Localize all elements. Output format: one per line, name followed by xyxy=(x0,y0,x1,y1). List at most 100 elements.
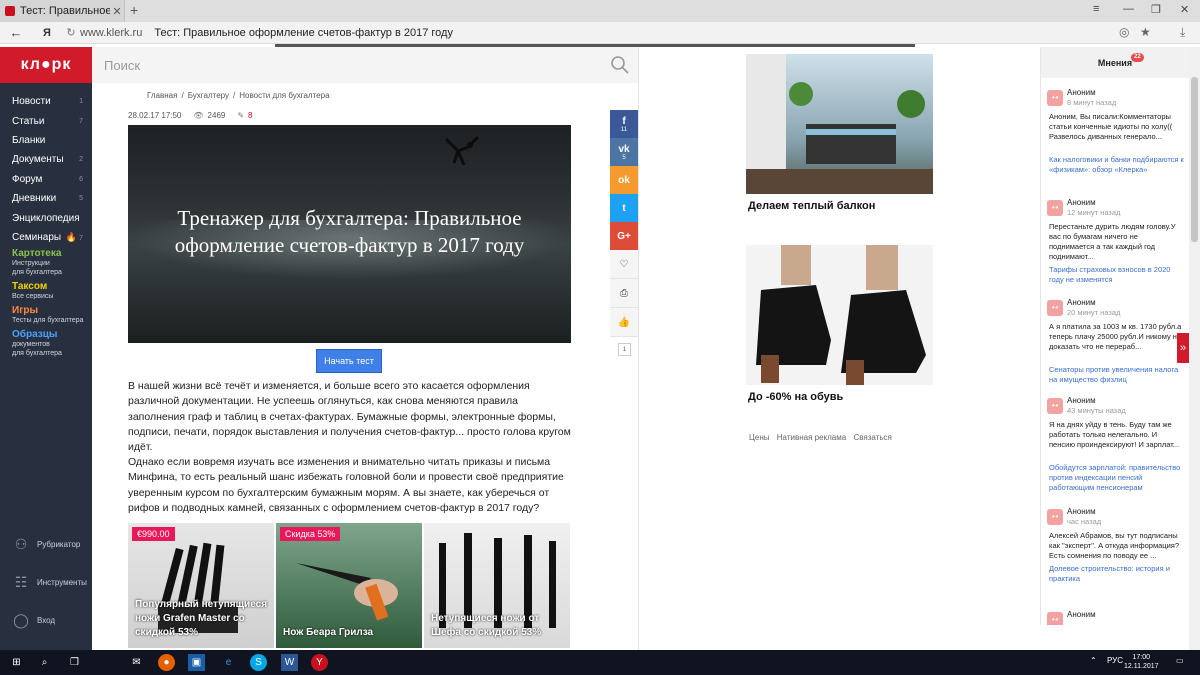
task-view-icon[interactable]: ❐ xyxy=(66,654,83,671)
opinion-article-link[interactable]: Обойдутся зарплатой: правительство проти… xyxy=(1049,463,1185,493)
contact-link[interactable]: Связаться xyxy=(853,433,891,442)
menu-icon[interactable]: ≡ xyxy=(1093,3,1099,15)
breadcrumb-accountant-link[interactable]: Бухгалтеру xyxy=(188,91,229,100)
print-button[interactable]: ⎙ xyxy=(610,279,638,308)
close-tab-icon[interactable]: ✕ xyxy=(110,5,124,18)
save-app-icon[interactable]: ▣ xyxy=(188,654,205,671)
sidebar-item-label: Дневники xyxy=(12,193,57,205)
yandex-icon[interactable]: Я xyxy=(32,27,62,39)
ad-card[interactable]: Нетупящиеся ножи от Шефа со скидкой 53% xyxy=(424,523,570,648)
double-chevron-right-icon: » xyxy=(1179,342,1187,354)
mail-icon[interactable]: ✉ xyxy=(128,654,145,671)
star-icon[interactable]: ★ xyxy=(1140,25,1151,39)
browser-tab[interactable]: Тест: Правильное оформ... ✕ xyxy=(0,0,125,22)
ad-title[interactable]: До -60% на обувь xyxy=(748,391,843,403)
close-window-icon[interactable]: ✕ xyxy=(1180,3,1189,16)
windows-start-icon[interactable]: ⊞ xyxy=(8,654,25,671)
url-domain[interactable]: www.klerk.ru xyxy=(80,27,142,39)
notifications-icon[interactable]: ▭ xyxy=(1176,656,1184,665)
sidebar-item-seminars[interactable]: Семинары 🔥 7 xyxy=(0,228,92,247)
maximize-icon[interactable]: ❐ xyxy=(1151,3,1161,16)
gplus-share-button[interactable]: G+ xyxy=(610,222,638,250)
opinion-author[interactable]: Аноним xyxy=(1067,88,1096,97)
page-scrollbar[interactable] xyxy=(1189,47,1200,650)
sidebar-item-news[interactable]: Новости 1 xyxy=(0,92,92,111)
shield-icon[interactable]: ◎ xyxy=(1119,25,1129,39)
reload-icon[interactable]: ↻ xyxy=(62,26,80,39)
sidebar-item-articles[interactable]: Статьи 7 xyxy=(0,111,92,130)
promo-kartoteka[interactable]: Картотека Инструкции для бухгалтера xyxy=(0,247,92,280)
native-ads-link[interactable]: Нативная реклама xyxy=(777,433,846,442)
search-input[interactable]: Поиск xyxy=(92,47,638,83)
url-page-title[interactable]: Тест: Правильное оформление счетов-факту… xyxy=(154,27,453,39)
back-icon[interactable]: ← xyxy=(0,25,32,40)
klerk-logo[interactable]: кл●рк xyxy=(0,47,92,83)
sidebar-item-diaries[interactable]: Дневники 5 xyxy=(0,189,92,208)
shoes-ad-image[interactable] xyxy=(746,245,933,385)
ad-card[interactable]: Скидка 53% Нож Беара Грилза xyxy=(276,523,422,648)
opinion-article-link[interactable]: Долевое строительство: история и практик… xyxy=(1049,564,1185,584)
heart-icon: ♡ xyxy=(619,258,629,270)
tools-button[interactable]: ☷ Инструменты xyxy=(0,563,92,601)
search-taskbar-icon[interactable]: ⌕ xyxy=(36,654,53,671)
facebook-icon: f xyxy=(622,115,626,127)
edge-icon[interactable]: e xyxy=(220,654,237,671)
promo-games[interactable]: Игры Тесты для бухгалтера xyxy=(0,304,92,328)
language-indicator[interactable]: РУС xyxy=(1107,656,1123,665)
comment-count[interactable]: 8 xyxy=(248,111,252,120)
avatar: ◕◕ xyxy=(1047,398,1063,414)
vk-share-button[interactable]: vk 5 xyxy=(610,138,638,166)
promo-title: Таксом xyxy=(12,281,48,293)
chevron-up-icon[interactable]: ⌃ xyxy=(1090,656,1097,665)
discount-badge: Скидка 53% xyxy=(280,527,341,541)
minimize-icon[interactable]: — xyxy=(1123,3,1134,15)
yandex-browser-icon[interactable]: Y xyxy=(311,654,328,671)
new-tab-plus-icon[interactable]: + xyxy=(130,2,138,18)
opinion-article-link[interactable]: Как налоговики и банки подбираются к «фи… xyxy=(1049,155,1185,175)
balcony-ad-image[interactable] xyxy=(746,54,933,194)
sidebar-item-forms[interactable]: Бланки xyxy=(0,131,92,150)
article-date: 28.02.17 17:50 xyxy=(128,111,182,120)
expand-panel-button[interactable]: » xyxy=(1177,333,1189,363)
hierarchy-icon: ⚇ xyxy=(14,535,28,552)
sidebar-item-forum[interactable]: Форум 6 xyxy=(0,170,92,189)
promo-samples[interactable]: Образцы документов для бухгалтера xyxy=(0,328,92,361)
skype-icon[interactable]: S xyxy=(250,654,267,671)
opinion-article-link[interactable]: Тарифы страховых взносов в 2020 году не … xyxy=(1049,265,1185,285)
clock-date: 12.11.2017 xyxy=(1124,663,1159,670)
ok-share-button[interactable]: ok xyxy=(610,166,638,194)
sidebar-item-count: 6 xyxy=(79,175,83,183)
search-icon[interactable] xyxy=(610,55,630,75)
opinions-title: Мнения xyxy=(1097,57,1133,68)
comment-icon[interactable]: ✎ xyxy=(237,111,244,120)
sidebar-item-encyclopedia[interactable]: Энциклопедия xyxy=(0,208,92,227)
taskbar-clock[interactable]: 17:00 12.11.2017 xyxy=(1124,653,1159,671)
favorite-button[interactable]: ♡ xyxy=(610,250,638,279)
rubricator-button[interactable]: ⚇ Рубрикатор xyxy=(0,525,92,563)
download-icon[interactable]: ⤓ xyxy=(1180,25,1185,40)
login-button[interactable]: ◯ Вход xyxy=(0,601,92,639)
start-test-button[interactable]: Начать тест xyxy=(316,349,382,373)
prices-link[interactable]: Цены xyxy=(749,433,770,442)
breadcrumb-home-link[interactable]: Главная xyxy=(147,91,177,100)
sidebar-item-documents[interactable]: Документы 2 xyxy=(0,150,92,169)
breadcrumb-news-link[interactable]: Новости для бухгалтера xyxy=(239,91,329,100)
view-count: 2469 xyxy=(207,111,226,120)
opinion-author[interactable]: Аноним xyxy=(1067,198,1096,207)
ad-title[interactable]: Делаем теплый балкон xyxy=(748,200,875,212)
firefox-icon[interactable]: ● xyxy=(158,654,175,671)
opinion-author[interactable]: Аноним xyxy=(1067,610,1096,619)
promo-taxcom[interactable]: Таксом Все сервисы xyxy=(0,280,92,304)
opinions-header[interactable]: Мнения 22 xyxy=(1041,47,1189,78)
opinion-author[interactable]: Аноним xyxy=(1067,396,1096,405)
twitter-share-button[interactable]: t xyxy=(610,194,638,222)
like-button[interactable]: 👍 xyxy=(610,308,638,337)
opinion-article-link[interactable]: Сенаторы против увеличения налога на иму… xyxy=(1049,365,1185,385)
opinion-author[interactable]: Аноним xyxy=(1067,507,1096,516)
facebook-share-button[interactable]: f 11 xyxy=(610,110,638,138)
scrollbar-thumb[interactable] xyxy=(1191,77,1198,242)
ad-card[interactable]: €990.00 Популярный нетупящиеся ножи Graf… xyxy=(128,523,274,648)
opinion-author[interactable]: Аноним xyxy=(1067,298,1096,307)
word-icon[interactable]: W xyxy=(281,654,298,671)
promo-subtitle: Инструкции для бухгалтера xyxy=(12,260,62,277)
